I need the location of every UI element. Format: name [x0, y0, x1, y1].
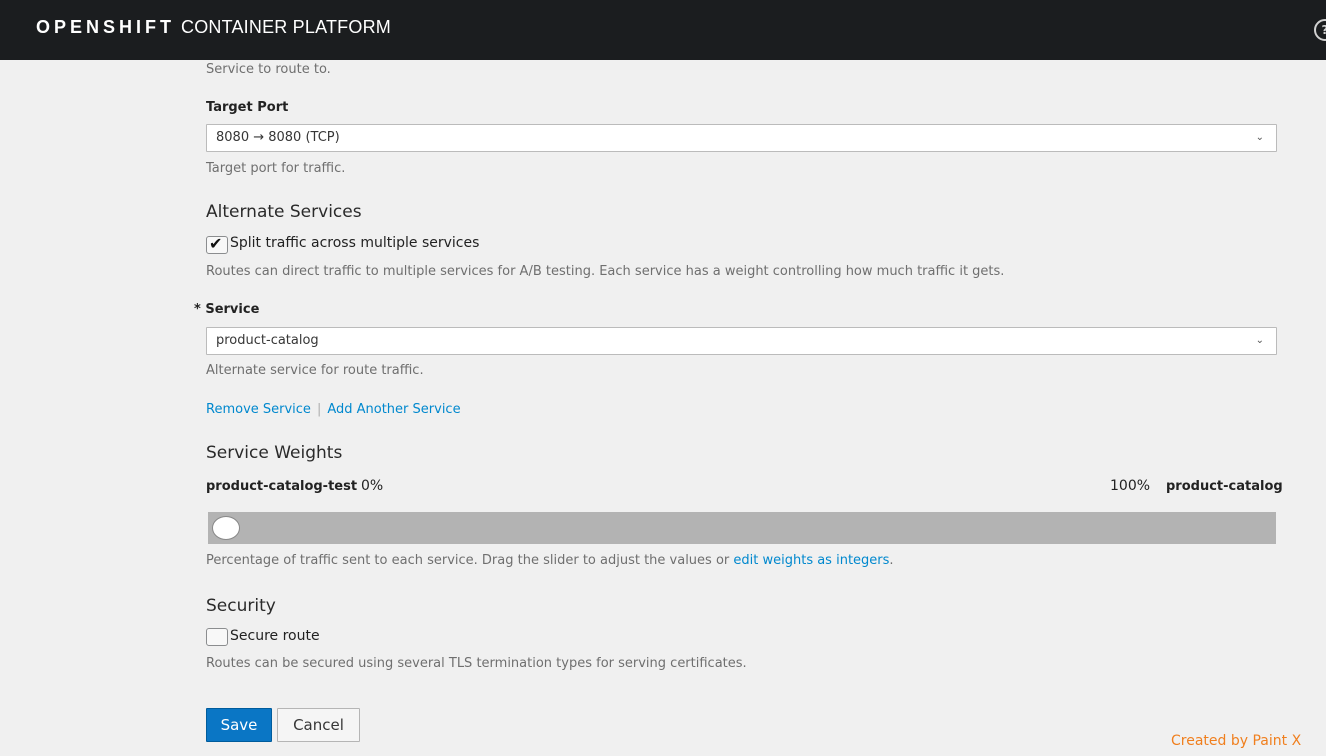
- target-port-help: Target port for traffic.: [206, 161, 346, 176]
- service-weights-help: Percentage of traffic sent to each servi…: [206, 553, 894, 568]
- target-port-label: Target Port: [206, 100, 289, 115]
- service-links: Remove Service | Add Another Service: [206, 402, 461, 417]
- weight-slider-track[interactable]: [208, 512, 1276, 544]
- split-traffic-label[interactable]: Split traffic across multiple services: [230, 235, 479, 251]
- alternate-service-select[interactable]: product-catalog ⌄: [206, 327, 1277, 355]
- service-weights-help-suffix: .: [889, 553, 894, 568]
- brand-logo[interactable]: OPENSHIFT CONTAINER PLATFORM: [36, 17, 391, 38]
- alternate-services-help: Routes can direct traffic to multiple se…: [206, 264, 1005, 279]
- brand-subtitle: CONTAINER PLATFORM: [181, 17, 391, 37]
- brand-name: OPENSHIFT: [36, 17, 176, 37]
- split-traffic-checkbox[interactable]: ✔: [206, 234, 228, 254]
- target-port-value: 8080 → 8080 (TCP): [216, 130, 340, 145]
- chevron-down-icon: ⌄: [1255, 132, 1264, 143]
- save-button[interactable]: Save: [206, 708, 272, 742]
- alternate-service-value: product-catalog: [216, 333, 319, 348]
- service-weights-help-text: Percentage of traffic sent to each servi…: [206, 553, 734, 568]
- alternate-service-help: Alternate service for route traffic.: [206, 363, 424, 378]
- weight-right-value: 100%: [1110, 478, 1151, 494]
- add-another-service-link[interactable]: Add Another Service: [327, 402, 460, 417]
- cancel-button[interactable]: Cancel: [277, 708, 360, 742]
- service-help-text: Service to route to.: [206, 62, 331, 77]
- alternate-services-heading: Alternate Services: [206, 202, 362, 222]
- weight-left-value: 0%: [361, 478, 384, 494]
- checkmark-icon: ✔: [209, 234, 223, 253]
- required-marker: *: [194, 302, 201, 317]
- help-icon[interactable]: ?: [1314, 19, 1326, 41]
- service-label-text: Service: [205, 302, 260, 317]
- edit-weights-link[interactable]: edit weights as integers: [733, 553, 889, 568]
- target-port-select[interactable]: 8080 → 8080 (TCP) ⌄: [206, 124, 1277, 152]
- weight-slider-handle[interactable]: [212, 516, 240, 540]
- security-heading: Security: [206, 596, 276, 616]
- top-navbar: OPENSHIFTCONTAINER PLATFORM ?: [0, 0, 1326, 60]
- watermark-text: Created by Paint X: [1171, 733, 1302, 749]
- security-help: Routes can be secured using several TLS …: [206, 656, 747, 671]
- secure-route-label[interactable]: Secure route: [230, 628, 320, 644]
- service-label: * Service: [194, 302, 259, 317]
- chevron-down-icon: ⌄: [1255, 335, 1264, 346]
- weight-right-service-name: product-catalog: [1166, 479, 1283, 494]
- secure-route-checkbox[interactable]: [206, 628, 228, 646]
- link-separator: |: [316, 402, 322, 417]
- weight-left-service-name: product-catalog-test: [206, 479, 358, 494]
- service-weights-heading: Service Weights: [206, 443, 343, 463]
- remove-service-link[interactable]: Remove Service: [206, 402, 311, 417]
